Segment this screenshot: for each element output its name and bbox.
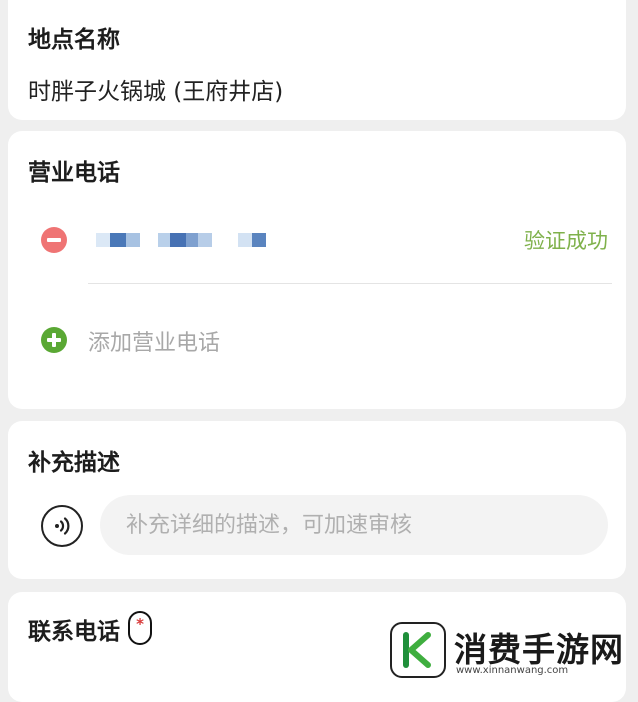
- phone-number-blurred: [88, 233, 268, 251]
- location-name-card: 地点名称 时胖子火锅城 (王府井店): [8, 0, 626, 120]
- watermark-text: 消费手游网: [454, 630, 624, 669]
- divider: [88, 283, 612, 284]
- business-phone-card: 营业电话 验证成功 添加营业电话: [8, 131, 626, 409]
- description-card: 补充描述: [8, 421, 626, 579]
- location-name-title: 地点名称: [28, 27, 120, 53]
- remove-phone-icon[interactable]: [41, 227, 67, 253]
- verify-status-label: 验证成功: [524, 229, 608, 253]
- contact-phone-title: 联系电话: [28, 619, 120, 645]
- voice-input-button[interactable]: [41, 505, 83, 547]
- description-input[interactable]: [100, 495, 608, 555]
- voice-wave-icon: [55, 517, 70, 535]
- add-phone-button[interactable]: 添加营业电话: [88, 325, 220, 357]
- watermark: 消费手游网 www.xinnanwang.com: [390, 620, 638, 680]
- watermark-url: www.xinnanwang.com: [456, 665, 569, 676]
- location-name-value[interactable]: 时胖子火锅城 (王府井店): [28, 72, 283, 106]
- required-asterisk: *: [128, 611, 152, 645]
- description-title: 补充描述: [28, 450, 120, 476]
- add-phone-icon[interactable]: [41, 327, 67, 353]
- business-phone-title: 营业电话: [28, 160, 120, 186]
- watermark-logo-icon: [390, 622, 446, 678]
